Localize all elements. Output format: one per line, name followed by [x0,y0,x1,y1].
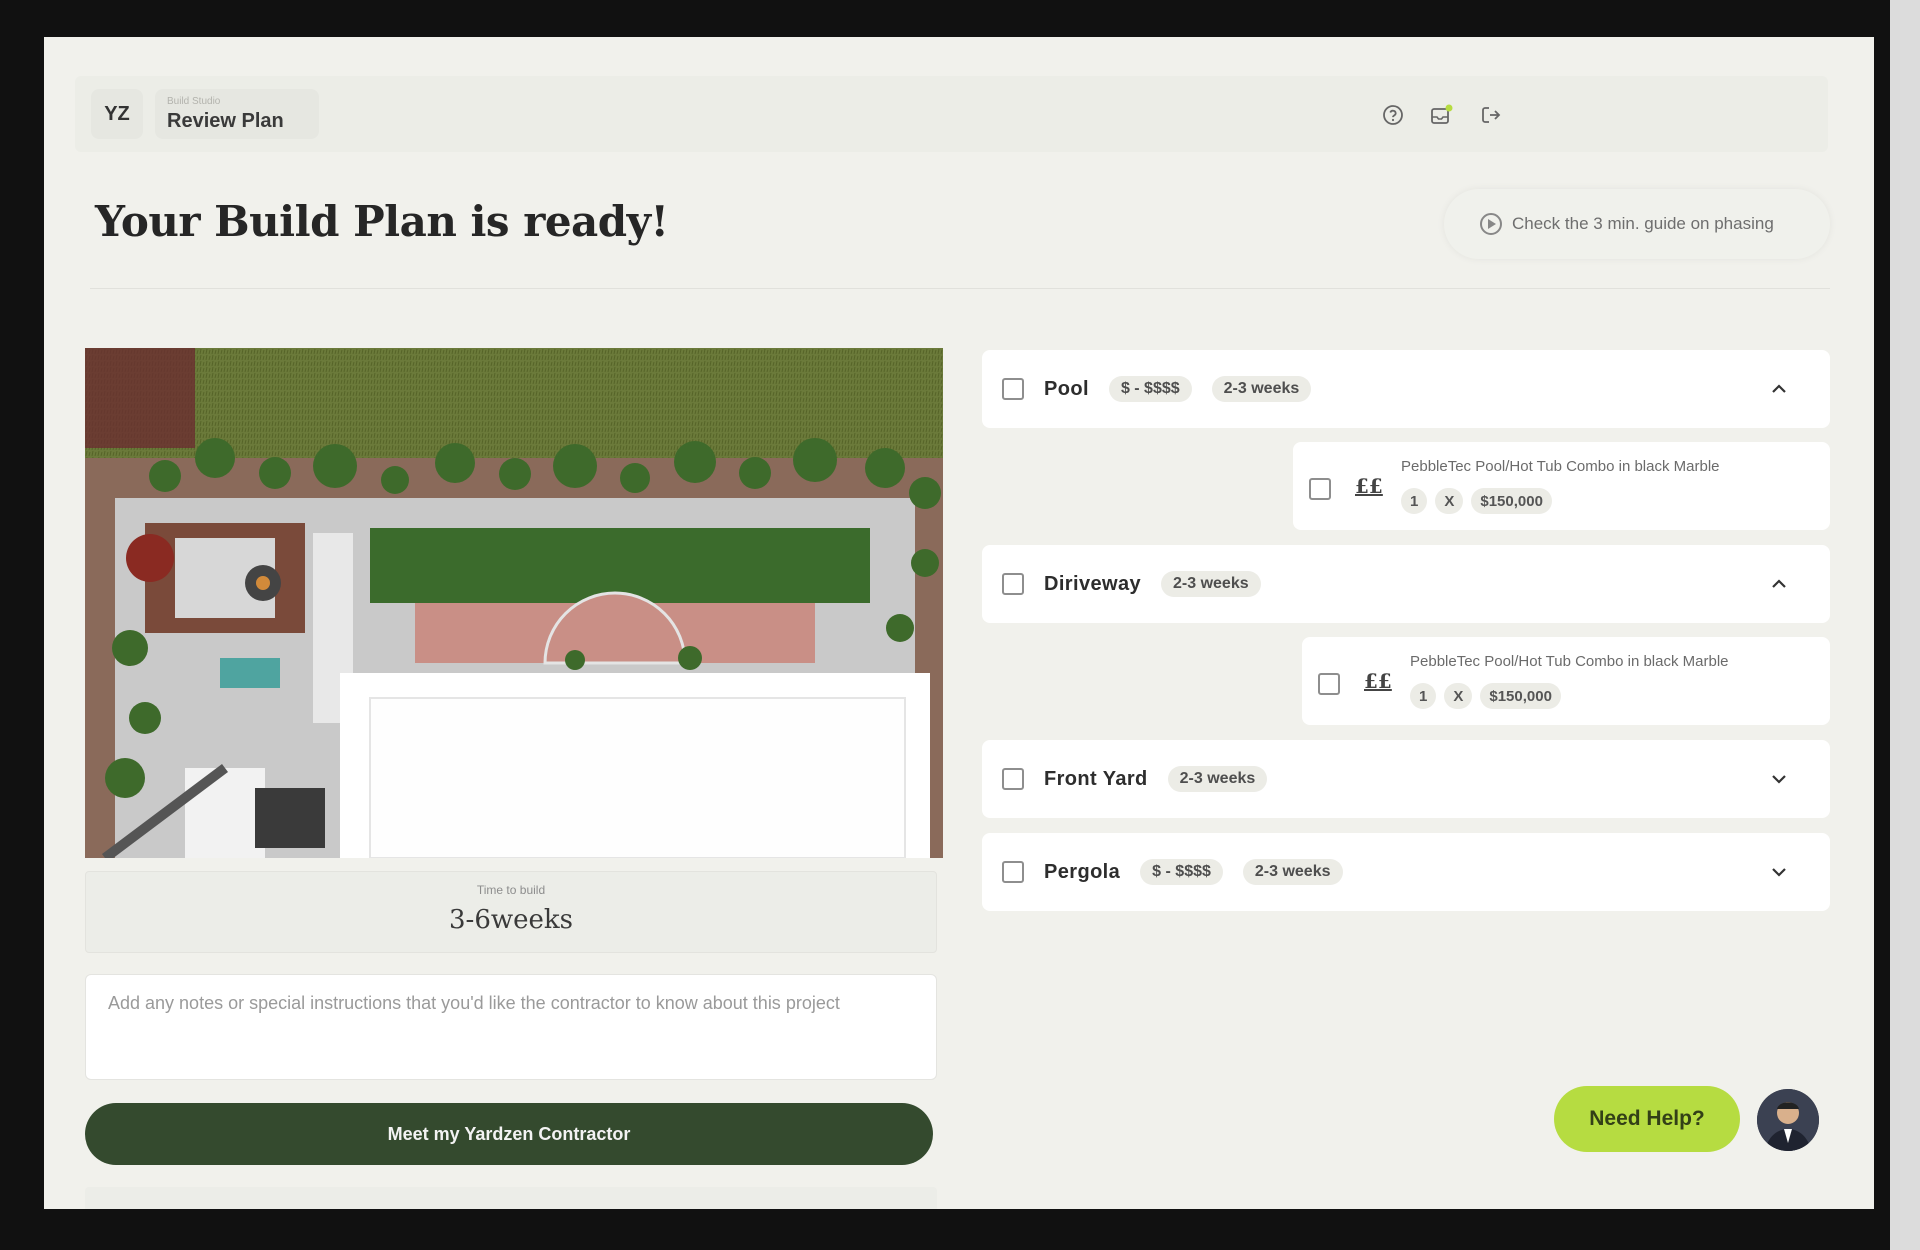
phase-checkbox[interactable] [1002,768,1024,790]
item-multiplier: X [1435,488,1464,514]
phasing-guide-label: Check the 3 min. guide on phasing [1512,214,1774,233]
price-range-badge: $ - $$$$ [1140,859,1223,885]
meet-contractor-button[interactable]: Meet my Yardzen Contractor [85,1103,933,1165]
phase-row-front-yard[interactable]: Front Yard 2-3 weeks [982,740,1830,818]
app-screen: YZ Build Studio Review Plan Your Build P… [44,37,1874,1209]
contractor-notes-input[interactable] [85,974,937,1080]
item-checkbox[interactable] [1318,673,1340,695]
help-circle-icon[interactable] [1380,102,1406,128]
item-currency-icon: ££ [1355,474,1383,498]
item-multiplier: X [1444,683,1473,709]
yard-design-render [85,348,943,858]
duration-badge: 2-3 weeks [1161,571,1261,597]
top-bar: YZ Build Studio Review Plan [75,76,1828,152]
logout-icon[interactable] [1478,102,1504,128]
duration-badge: 2-3 weeks [1211,376,1312,402]
phase-item-pool: ££ PebbleTec Pool/Hot Tub Combo in black… [1293,442,1830,530]
phase-row-pergola[interactable]: Pergola $ - $$$$ 2-3 weeks [982,833,1830,911]
duration-badge: 2-3 weeks [1242,859,1343,885]
phase-row-pool[interactable]: Pool $ - $$$$ 2-3 weeks [982,350,1830,428]
device-frame: YZ Build Studio Review Plan Your Build P… [0,0,1920,1250]
time-to-build-label: Time to build [476,883,546,897]
item-currency-icon: ££ [1364,669,1392,693]
phase-item-driveway: ££ PebbleTec Pool/Hot Tub Combo in black… [1302,637,1830,725]
item-description: PebbleTec Pool/Hot Tub Combo in black Ma… [1401,458,1720,475]
item-checkbox[interactable] [1309,478,1331,500]
phasing-guide-button[interactable]: Check the 3 min. guide on phasing [1444,189,1830,259]
page-title: Your Build Plan is ready! [95,197,669,246]
header-divider [90,288,1830,289]
phase-name: Pergola [1044,860,1121,883]
item-description: PebbleTec Pool/Hot Tub Combo in black Ma… [1410,653,1729,670]
duration-badge: 2-3 weeks [1167,766,1268,792]
item-quantity: 1 [1410,683,1437,709]
phase-name: Diriveway [1044,572,1141,595]
chevron-down-icon[interactable] [1768,861,1790,883]
breadcrumb: Build Studio Review Plan [155,89,319,139]
time-to-build-card: Time to build 3-6weeks [85,871,937,953]
phase-checkbox[interactable] [1002,378,1024,400]
secondary-card-partial [85,1187,937,1209]
play-icon [1480,213,1502,235]
item-quantity: 1 [1401,488,1428,514]
breadcrumb-parent[interactable]: Build Studio [167,96,307,108]
item-tags: 1 X $150,000 [1410,683,1561,709]
breadcrumb-current: Review Plan [167,110,284,132]
chevron-up-icon[interactable] [1768,378,1790,400]
phase-checkbox[interactable] [1002,861,1024,883]
phase-name: Pool [1044,377,1089,400]
price-range-badge: $ - $$$$ [1108,376,1192,402]
item-price: $150,000 [1480,683,1561,709]
phase-checkbox[interactable] [1002,573,1024,595]
user-initials-avatar[interactable]: YZ [91,89,143,139]
chevron-up-icon[interactable] [1768,573,1790,595]
support-agent-avatar[interactable] [1757,1089,1819,1151]
phase-row-driveway[interactable]: Diriveway 2-3 weeks [982,545,1830,623]
notification-icon[interactable] [1429,102,1455,128]
item-tags: 1 X $150,000 [1401,488,1552,514]
phase-name: Front Yard [1044,767,1148,790]
need-help-button[interactable]: Need Help? [1554,1086,1740,1152]
time-to-build-value: 3-6weeks [449,905,573,935]
chevron-down-icon[interactable] [1768,768,1790,790]
item-price: $150,000 [1471,488,1552,514]
device-bezel [1890,0,1920,1250]
